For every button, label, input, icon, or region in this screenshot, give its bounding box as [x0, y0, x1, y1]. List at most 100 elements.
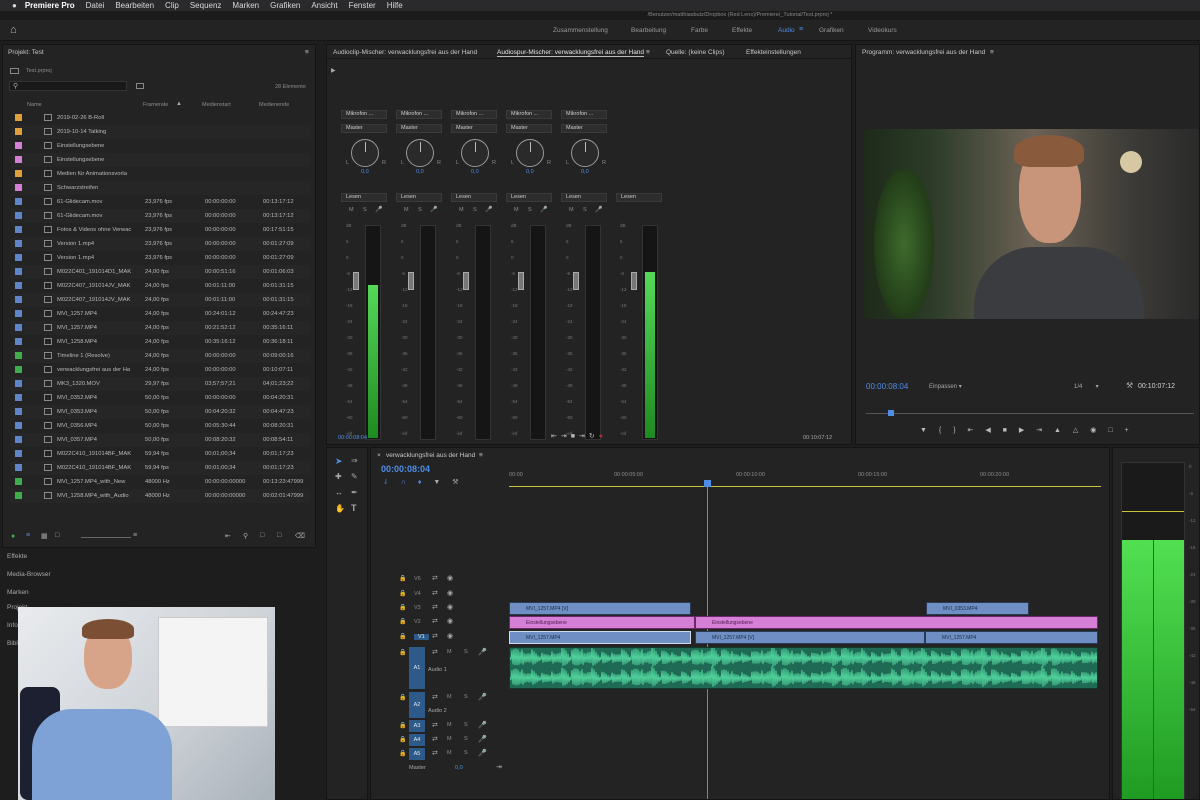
list-item[interactable]: Einstellungsebene	[11, 139, 311, 153]
mic-icon[interactable]: 🎤	[478, 648, 487, 656]
lock-track-icon[interactable]: 🔒	[399, 604, 406, 611]
stop-button-icon[interactable]: ■	[1003, 427, 1007, 434]
solo-button[interactable]: S	[473, 207, 477, 213]
label-color-swatch[interactable]	[15, 170, 22, 177]
list-item[interactable]: Einstellungsebene	[11, 153, 311, 167]
ws-audio[interactable]: Audio	[778, 27, 795, 34]
clip-v2-einstellungsebene-1[interactable]: Einstellungsebene	[509, 616, 695, 629]
sync-lock-icon[interactable]: ⇄	[432, 735, 438, 743]
pan-knob[interactable]	[516, 139, 544, 167]
timeline-close-icon[interactable]: ×	[377, 452, 381, 459]
pan-knob[interactable]	[406, 139, 434, 167]
track-id[interactable]: A3	[409, 720, 425, 732]
compare-icon[interactable]: □	[1108, 427, 1112, 434]
col-medienstart[interactable]: Medienstart	[202, 102, 231, 108]
list-item[interactable]: M022C401_191014D1_MAK 24,00 fps 00:00:51:1…	[11, 265, 311, 279]
eye-icon[interactable]: ◉	[447, 574, 453, 582]
track-id[interactable]: A4	[409, 734, 425, 746]
pan-value[interactable]: 0,0	[416, 169, 424, 175]
text-tool-icon[interactable]: T	[351, 503, 357, 513]
label-color-swatch[interactable]	[15, 464, 22, 471]
input-select[interactable]: Mikrofon ...	[396, 110, 442, 119]
hand-icon[interactable]: ✋	[335, 504, 345, 513]
menu-hilfe[interactable]: Hilfe	[387, 1, 403, 10]
solo-button[interactable]: S	[418, 207, 422, 213]
record-arm-icon[interactable]: 🎤	[375, 206, 382, 213]
work-area-bar[interactable]	[509, 486, 1101, 487]
icon-view-icon[interactable]: ▦	[41, 532, 48, 540]
project-title[interactable]: Projekt: Test	[8, 49, 44, 56]
lock-track-icon[interactable]: 🔒	[399, 575, 406, 582]
razor-icon[interactable]: ✎	[351, 472, 358, 481]
new-bin-icon[interactable]	[136, 83, 144, 89]
mixer-collapse-icon[interactable]: ▶	[331, 67, 336, 74]
loop-icon[interactable]: ↻	[589, 433, 599, 440]
label-color-swatch[interactable]	[15, 226, 22, 233]
goto-out-button-icon[interactable]: ⇥	[1036, 427, 1042, 434]
label-color-swatch[interactable]	[15, 142, 22, 149]
list-item[interactable]: MVI_0353.MP4 50,00 fps 00:04:20:32 00:04:47…	[11, 405, 311, 419]
label-color-swatch[interactable]	[15, 338, 22, 345]
input-select[interactable]: Mikrofon ...	[341, 110, 387, 119]
lock-track-icon[interactable]: 🔒	[399, 750, 406, 757]
timeline-vscroll[interactable]	[1099, 492, 1103, 792]
list-item[interactable]: MVI_0357.MP4 50,00 fps 00:08:20:32 00:08:54…	[11, 433, 311, 447]
list-item[interactable]: verwacklungsfrei aus der Ha 24,00 fps 00:0…	[11, 363, 311, 377]
list-item[interactable]: MVI_0356.MP4 50,00 fps 00:05:30:44 00:08:20…	[11, 419, 311, 433]
track-id[interactable]: A1	[409, 647, 425, 689]
label-color-swatch[interactable]	[15, 212, 22, 219]
master-end-icon[interactable]: ⇥	[496, 763, 502, 771]
label-color-swatch[interactable]	[15, 128, 22, 135]
label-color-swatch[interactable]	[15, 310, 22, 317]
pan-knob[interactable]	[571, 139, 599, 167]
clip-v3-mvi0353[interactable]: MVI_0353.MP4	[926, 602, 1029, 615]
ws-bearbeitung[interactable]: Bearbeitung	[631, 27, 666, 34]
fader-value[interactable]: 0,0	[510, 444, 518, 445]
pan-value[interactable]: 0,0	[471, 169, 479, 175]
menu-clip[interactable]: Clip	[165, 1, 179, 10]
lock-track-icon[interactable]: 🔒	[399, 633, 406, 640]
goto-in-button-icon[interactable]: ⇤	[967, 427, 973, 434]
output-select[interactable]: Master	[341, 124, 387, 133]
ws-farbe[interactable]: Farbe	[691, 27, 708, 34]
record-arm-icon[interactable]: 🎤	[540, 206, 547, 213]
sync-lock-icon[interactable]: ⇄	[432, 648, 438, 656]
col-framerate[interactable]: Framerate	[143, 102, 168, 108]
playhead-marker[interactable]	[888, 410, 894, 416]
lock-track-icon[interactable]: 🔒	[399, 590, 406, 597]
ws-menu-icon[interactable]: ≡	[799, 26, 803, 33]
linked-icon[interactable]: ♦	[418, 479, 422, 486]
play-range-icon[interactable]: ⇥	[579, 433, 589, 440]
pan-value[interactable]: 0,0	[581, 169, 589, 175]
mute-button[interactable]: M	[569, 207, 574, 213]
menu-sequenz[interactable]: Sequenz	[190, 1, 222, 10]
zoom-slider[interactable]	[81, 537, 131, 538]
label-color-swatch[interactable]	[15, 436, 22, 443]
lock-track-icon[interactable]: 🔒	[399, 722, 406, 729]
fader-value[interactable]: 0,0	[400, 444, 408, 445]
ripple-edit-icon[interactable]: ✚	[335, 472, 342, 481]
pan-value[interactable]: 0,0	[361, 169, 369, 175]
list-item[interactable]: Version 1.mp4 23,976 fps 00:00:00:00 00:01:…	[11, 251, 311, 265]
slip-icon[interactable]: ↔	[335, 488, 343, 497]
output-select[interactable]: Master	[506, 124, 552, 133]
fader-value[interactable]: 0,0	[565, 444, 573, 445]
pan-knob[interactable]	[351, 139, 379, 167]
new-item-icon[interactable]: □	[277, 532, 281, 539]
sync-lock-icon[interactable]: ⇄	[432, 632, 438, 640]
goto-out-icon[interactable]: ⇥	[561, 433, 571, 440]
list-item[interactable]: Medien für Animationsvorla	[11, 167, 311, 181]
add-marker-icon[interactable]: ▼	[433, 479, 440, 486]
track-id[interactable]: V6	[414, 576, 421, 582]
record-arm-icon[interactable]: 🎤	[485, 206, 492, 213]
mute-track-button[interactable]: M	[447, 694, 452, 700]
stop-icon[interactable]: ■	[571, 433, 579, 440]
new-bin-button-icon[interactable]: □	[260, 532, 264, 539]
lock-track-icon[interactable]: 🔒	[399, 736, 406, 743]
list-item[interactable]: MVI_1258.MP4_with_Audio 48000 Hz 00:00:00:…	[11, 489, 311, 503]
menu-bearbeiten[interactable]: Bearbeiten	[115, 1, 154, 10]
timeline-tc[interactable]: 00:00:08:04	[381, 464, 430, 474]
eye-icon[interactable]: ◉	[447, 617, 453, 625]
track-select-icon[interactable]: ⇒	[351, 456, 358, 465]
panel-info[interactable]: Info	[7, 622, 18, 629]
